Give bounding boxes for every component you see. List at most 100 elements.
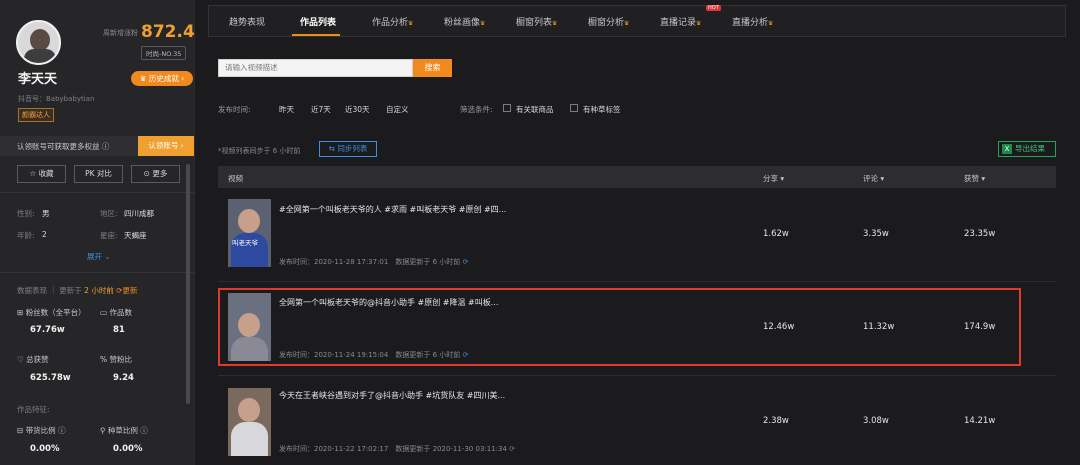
- filter-yesterday[interactable]: 昨天: [279, 104, 294, 115]
- excel-icon: X: [1002, 144, 1012, 154]
- export-results-button[interactable]: X 导出结果: [998, 141, 1056, 157]
- favorite-button[interactable]: ☆ 收藏: [17, 165, 66, 183]
- refresh-update-button[interactable]: ⟳更新: [116, 286, 137, 295]
- help-icon: ⓘ: [140, 426, 148, 435]
- likes-count: 23.35w: [964, 229, 996, 239]
- help-icon: ⓘ: [101, 142, 110, 151]
- goods-ratio-value: 0.00%: [30, 444, 60, 454]
- age-value: 2: [42, 230, 47, 239]
- hot-badge: HOT: [706, 5, 721, 11]
- sort-icon: ▾: [880, 174, 885, 183]
- sync-icon: ⇆: [328, 144, 335, 153]
- percent-icon: %: [100, 355, 108, 364]
- tab-bar: 趋势表现 作品列表 作品分析♛ 粉丝画像♛ 橱窗列表♛ 橱窗分析♛ 直播记录♛ …: [208, 5, 1066, 37]
- video-thumbnail[interactable]: [228, 388, 271, 456]
- refresh-icon[interactable]: ⟳: [509, 445, 515, 453]
- gender-label: 性别:: [17, 209, 35, 218]
- divider: [0, 192, 195, 193]
- heart-icon: ♡: [17, 355, 24, 364]
- region-label: 地区:: [100, 209, 118, 218]
- col-share[interactable]: 分享 ▾: [763, 173, 784, 184]
- works-value: 81: [113, 325, 125, 335]
- table-header: 视频 分享 ▾ 评论 ▾ 获赞 ▾: [218, 166, 1056, 188]
- profile-name: 李天天: [18, 72, 58, 87]
- region-value: 四川成都: [124, 209, 154, 218]
- has-grass-label[interactable]: 有种草标签: [583, 104, 621, 115]
- sync-list-button[interactable]: ⇆ 同步列表: [319, 141, 377, 157]
- profile-panel: 周新增涨粉 872.4 时尚-NO.35 李天天 ♛ 历史成就 › 抖音号：Ba…: [0, 0, 195, 465]
- highlight-box: [218, 288, 1021, 366]
- tab-live-records[interactable]: 直播记录♛: [660, 15, 701, 28]
- star-icon: ☆: [29, 169, 37, 178]
- category-tag: 颜霸达人: [18, 108, 54, 122]
- fans-icon: ⊞: [17, 308, 24, 317]
- compare-button[interactable]: PK 对比: [74, 165, 123, 183]
- features-label: 作品特征:: [17, 405, 50, 414]
- video-meta: 发布时间：2020-11-28 17:37:01 数据更新于 6 小时前 ⟳: [279, 258, 469, 266]
- douyin-id: 抖音号：Babybabytian: [18, 95, 95, 103]
- tab-works-list[interactable]: 作品列表: [300, 15, 336, 28]
- pk-icon: PK: [85, 169, 95, 178]
- sort-icon: ▾: [780, 174, 785, 183]
- zodiac-label: 星座:: [100, 231, 118, 240]
- tab-live-analysis[interactable]: 直播分析♛: [732, 15, 773, 28]
- sync-note: *视频列表同步于 6 小时前: [218, 147, 301, 155]
- scrollbar[interactable]: [186, 164, 190, 404]
- age-label: 年龄:: [17, 231, 35, 240]
- col-video: 视频: [228, 174, 243, 183]
- refresh-icon[interactable]: ⟳: [463, 258, 469, 266]
- share-count: 1.62w: [763, 229, 789, 239]
- tab-works-analysis[interactable]: 作品分析♛: [372, 15, 413, 28]
- has-goods-checkbox[interactable]: [503, 104, 511, 112]
- more-icon: ⊙: [143, 169, 150, 178]
- cart-icon: ⊟: [17, 426, 24, 435]
- grass-ratio-label: ⚲ 种草比例 ⓘ: [100, 426, 148, 435]
- search-button[interactable]: 搜索: [413, 59, 452, 77]
- filter-30-days[interactable]: 近30天: [345, 104, 370, 115]
- has-grass-checkbox[interactable]: [570, 104, 578, 112]
- likes-label: ♡ 总获赞: [17, 355, 49, 364]
- expand-link[interactable]: 展开 ⌄: [87, 251, 111, 262]
- likes-count: 14.21w: [964, 416, 996, 426]
- col-comment[interactable]: 评论 ▾: [863, 173, 884, 184]
- fans-label: ⊞ 粉丝数（全平台）: [17, 308, 86, 317]
- history-achievement-button[interactable]: ♛ 历史成就 ›: [131, 71, 193, 86]
- tab-fans-profile[interactable]: 粉丝画像♛: [444, 15, 485, 28]
- grass-ratio-value: 0.00%: [113, 444, 143, 454]
- avatar[interactable]: [16, 20, 61, 65]
- video-search-input[interactable]: 请输入视频描述: [218, 59, 413, 77]
- fans-value: 67.76w: [30, 325, 65, 335]
- gender-value: 男: [42, 209, 50, 218]
- video-title[interactable]: 今天在王者峡谷遇到对手了@抖音小助手 #坑货队友 #四川美...: [279, 390, 505, 401]
- comment-count: 3.08w: [863, 416, 889, 426]
- more-button[interactable]: ⊙ 更多: [131, 165, 180, 183]
- rank-value: 872.4: [141, 22, 195, 42]
- stats-title: 数据表现 ｜ 更新于 2 小时前 ⟳更新: [17, 286, 138, 295]
- tab-window-analysis[interactable]: 橱窗分析♛: [588, 15, 629, 28]
- thumb-caption: 叫老天爷: [232, 239, 258, 247]
- zodiac-value: 天蝎座: [124, 231, 147, 240]
- active-tab-indicator: [292, 34, 340, 36]
- claim-account-bar: 认领账号可获取更多权益 ⓘ 认领账号 ›: [0, 136, 195, 156]
- app-root: 周新增涨粉 872.4 时尚-NO.35 李天天 ♛ 历史成就 › 抖音号：Ba…: [0, 0, 1080, 465]
- filter-7-days[interactable]: 近7天: [311, 104, 331, 115]
- rank-label: 周新增涨粉: [103, 29, 138, 37]
- publish-time-label: 发布时间:: [218, 105, 251, 114]
- rank-pill: 时尚-NO.35: [141, 46, 187, 60]
- ratio-value: 9.24: [113, 373, 134, 383]
- comment-count: 3.35w: [863, 229, 889, 239]
- help-icon: ⓘ: [58, 426, 66, 435]
- col-likes[interactable]: 获赞 ▾: [964, 173, 985, 184]
- sort-icon: ▾: [981, 174, 986, 183]
- filter-custom[interactable]: 自定义: [386, 104, 409, 115]
- video-title[interactable]: #全网第一个叫板老天爷的人 #求雨 #叫板老天爷 #原创 #四...: [279, 204, 506, 215]
- tab-trend[interactable]: 趋势表现: [229, 15, 265, 28]
- video-thumbnail[interactable]: 叫老天爷: [228, 199, 271, 267]
- claim-account-button[interactable]: 认领账号 ›: [138, 136, 194, 156]
- goods-ratio-label: ⊟ 带货比例 ⓘ: [17, 426, 66, 435]
- tab-window-list[interactable]: 橱窗列表♛: [516, 15, 557, 28]
- video-meta: 发布时间：2020-11-22 17:02:17 数据更新于 2020-11-3…: [279, 445, 516, 453]
- has-goods-label[interactable]: 有关联商品: [516, 104, 554, 115]
- trophy-icon: ♛: [139, 74, 147, 83]
- row-divider: [218, 375, 1056, 376]
